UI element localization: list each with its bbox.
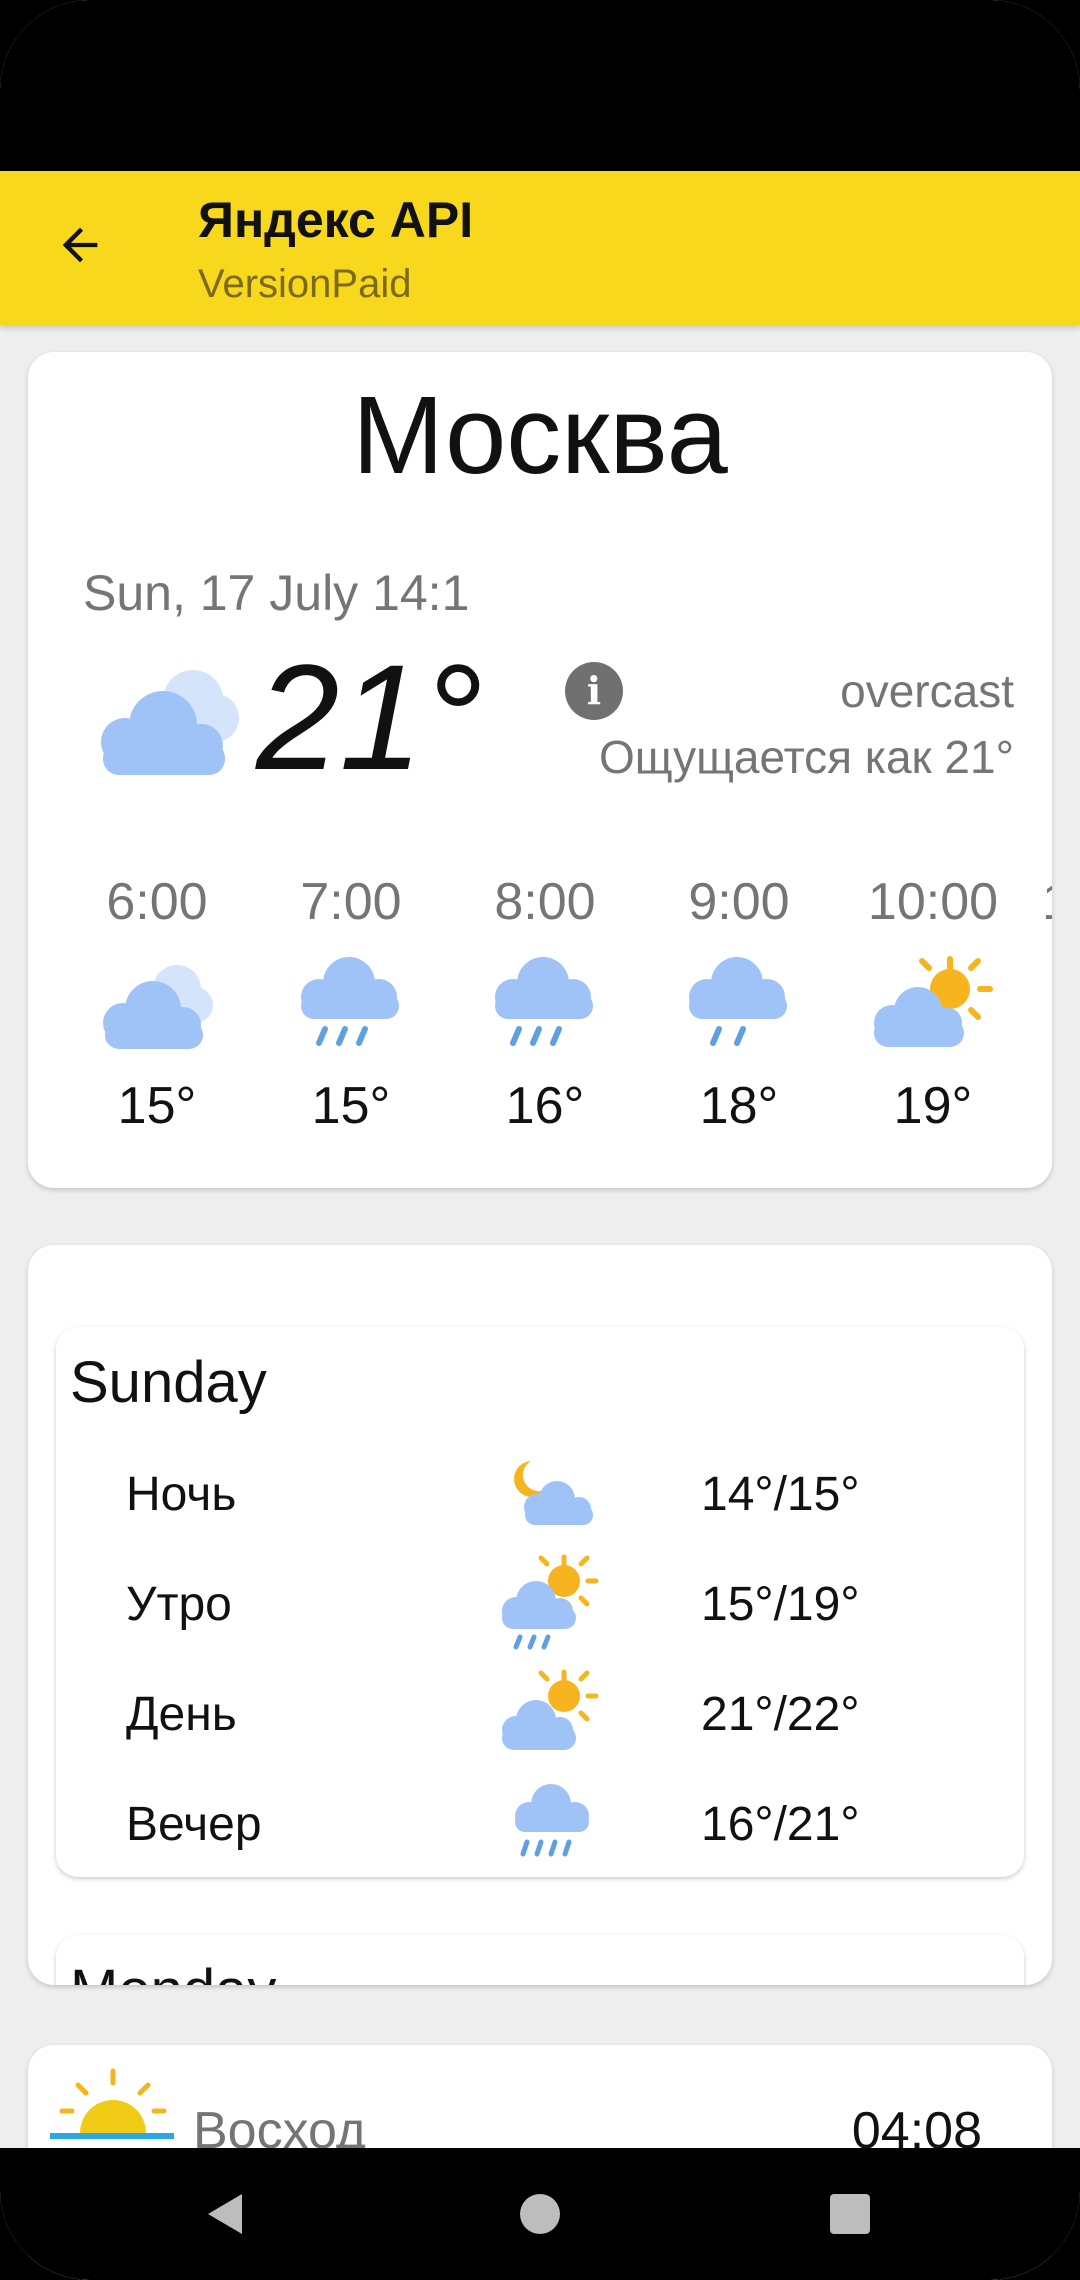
info-icon[interactable]: i — [565, 662, 623, 720]
night-cloud-icon — [496, 1443, 606, 1543]
city-name: Москва — [352, 374, 728, 497]
hour-item: 1 — [1030, 872, 1052, 1076]
current-weather-card: Москва Sun, 17 July 14:1 21° i overcast … — [28, 352, 1052, 1188]
day-name: Monday — [70, 1957, 276, 1985]
heavy-rain-icon — [496, 1773, 606, 1873]
feels-like: Ощущается как 21° — [598, 731, 1014, 783]
app-title: Яндекс API — [198, 192, 474, 248]
hour-item: 9:00 18° — [642, 872, 836, 1136]
day-part-temp: 21°/22° — [701, 1688, 860, 1741]
day-part-label: День — [126, 1688, 237, 1741]
hour-temp: 18° — [699, 1077, 779, 1135]
day-name: Sunday — [70, 1350, 267, 1415]
phone-screen: Яндекс API VersionPaid Москва Sun, 17 Ju… — [0, 0, 1080, 2280]
hour-item: 6:00 15° — [60, 872, 254, 1136]
cloud-icon — [1030, 948, 1052, 1058]
day-part-temp: 16°/21° — [701, 1798, 860, 1851]
sun-cloud-rain-icon — [496, 1553, 606, 1653]
day-part-label: Ночь — [126, 1468, 237, 1521]
cloudy-icon — [60, 948, 254, 1058]
hour-time: 10:00 — [867, 873, 999, 931]
nav-home-button[interactable] — [502, 2176, 578, 2252]
hour-temp: 16° — [505, 1077, 585, 1135]
partly-sunny-icon — [836, 948, 1030, 1058]
app-subtitle: VersionPaid — [198, 262, 412, 306]
hour-time: 6:00 — [106, 873, 208, 931]
arrow-back-icon — [62, 227, 98, 263]
weather-condition: overcast — [840, 665, 1014, 717]
cloudy-icon — [93, 660, 243, 785]
day-part-temp: 15°/19° — [701, 1578, 860, 1631]
hour-temp: 19° — [893, 1077, 973, 1135]
nav-back-button[interactable] — [188, 2176, 264, 2252]
current-date: Sun, 17 July 14:1 — [83, 565, 470, 621]
hour-item: 8:00 16° — [448, 872, 642, 1136]
hourly-forecast[interactable]: 6:00 15° 7:00 15° 8:00 16° 9:00 18° 10:0… — [28, 872, 1052, 1172]
day-part-label: Вечер — [126, 1798, 262, 1851]
hour-time: 9:00 — [688, 873, 790, 931]
circle-home-icon — [520, 2194, 560, 2234]
hour-time: 8:00 — [494, 873, 596, 931]
navigation-bar — [0, 2148, 1080, 2280]
hour-item: 7:00 15° — [254, 872, 448, 1136]
hour-item: 10:00 19° — [836, 872, 1030, 1136]
day-part-row: Ночь 14°/15° — [56, 1443, 1024, 1543]
nav-recents-button[interactable] — [812, 2176, 888, 2252]
triangle-back-icon — [208, 2194, 242, 2234]
day-part-row: День 21°/22° — [56, 1663, 1024, 1763]
hour-temp: 15° — [311, 1077, 391, 1135]
rain-icon — [448, 948, 642, 1058]
day-part-temp: 14°/15° — [701, 1468, 860, 1521]
sun-cloud-icon — [496, 1663, 606, 1763]
day-card[interactable]: Monday — [56, 1935, 1024, 1985]
rain-icon — [254, 948, 448, 1058]
hour-time: 1 — [1030, 872, 1052, 942]
square-recents-icon — [830, 2194, 870, 2234]
status-bar — [0, 0, 1080, 171]
day-part-row: Вечер 16°/21° — [56, 1773, 1024, 1873]
hour-time: 7:00 — [300, 873, 402, 931]
day-card[interactable]: Sunday Ночь 14°/15° Утро 15°/19° День 21… — [56, 1327, 1024, 1877]
hour-temp: 15° — [117, 1077, 197, 1135]
day-part-label: Утро — [126, 1578, 232, 1631]
light-rain-icon — [642, 948, 836, 1058]
daily-forecast-card: Sunday Ночь 14°/15° Утро 15°/19° День 21… — [28, 1245, 1052, 1985]
app-bar: Яндекс API VersionPaid — [0, 171, 1080, 325]
sunrise-icon — [48, 2067, 178, 2152]
back-button[interactable] — [40, 205, 120, 285]
day-part-row: Утро 15°/19° — [56, 1553, 1024, 1653]
current-temperature: 21° — [256, 633, 483, 801]
